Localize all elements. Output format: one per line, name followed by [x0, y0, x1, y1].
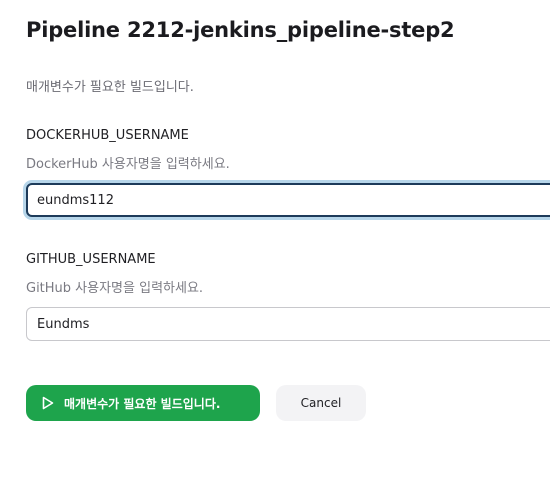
param-dockerhub-username-label: DOCKERHUB_USERNAME: [26, 128, 189, 143]
param-github-username-label: GITHUB_USERNAME: [26, 252, 156, 267]
param-dockerhub-username-description: DockerHub 사용자명을 입력하세요.: [26, 157, 230, 172]
param-github-username-description: GitHub 사용자명을 입력하세요.: [26, 281, 204, 296]
build-with-parameters-page: Pipeline 2212-jenkins_pipeline-step2 매개변…: [0, 0, 550, 482]
page-title: Pipeline 2212-jenkins_pipeline-step2: [26, 18, 455, 42]
build-button[interactable]: 매개변수가 필요한 빌드입니다.: [26, 385, 260, 421]
play-icon: [42, 396, 54, 410]
cancel-button[interactable]: Cancel: [276, 385, 366, 421]
build-button-label: 매개변수가 필요한 빌드입니다.: [64, 396, 221, 411]
dockerhub-username-input[interactable]: [26, 183, 550, 217]
page-subtitle: 매개변수가 필요한 빌드입니다.: [26, 80, 194, 95]
github-username-input[interactable]: [26, 307, 550, 341]
